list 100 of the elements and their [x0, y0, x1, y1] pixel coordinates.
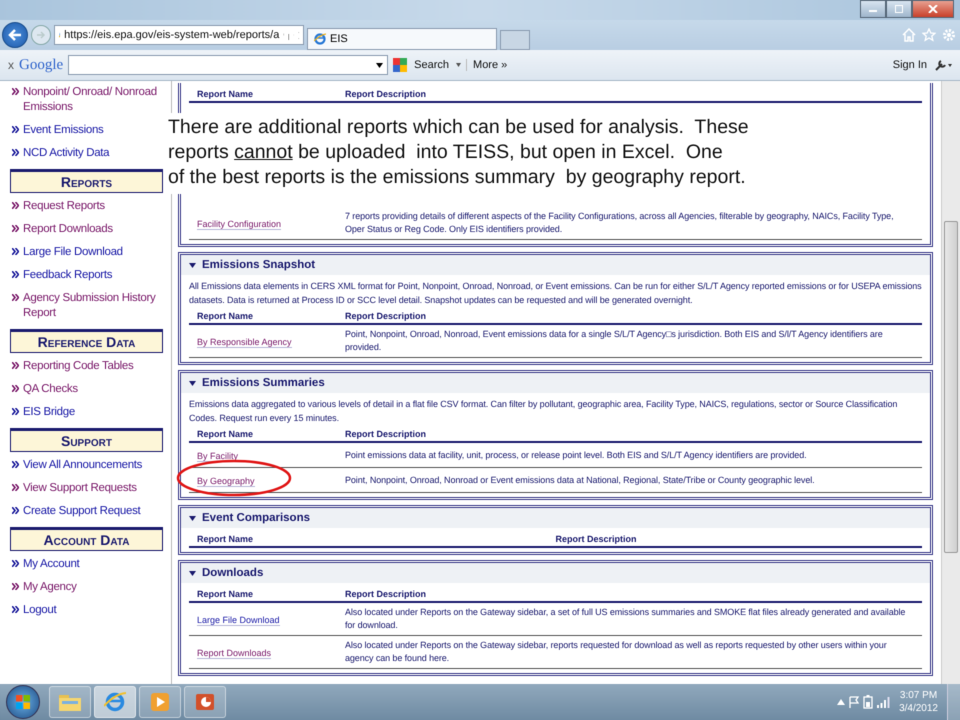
sidebar-link[interactable]: Agency Submission History Report — [23, 291, 165, 321]
maximize-icon — [894, 5, 904, 13]
presentation-icon — [195, 692, 215, 712]
collapse-triangle-icon[interactable] — [189, 570, 196, 576]
section-header[interactable]: Event Comparisons — [181, 508, 930, 528]
sidebar-link[interactable]: Large File Download — [23, 245, 123, 260]
column-header: Report Description — [345, 311, 428, 321]
table-cell-text: Also located under Reports on the Gateway sidebar, a set of full US emissions summaries and SMOKE flat files already generated and available for download. — [345, 606, 906, 632]
sidebar-link[interactable]: Logout — [23, 603, 56, 618]
forward-arrow-icon — [36, 30, 46, 40]
address-bar[interactable]: https://eis.epa.gov/eis-system-web/reports/a — [54, 25, 304, 45]
taskbar-app-button[interactable] — [49, 686, 91, 718]
report-link[interactable]: By Geography — [197, 476, 255, 487]
sidebar-link[interactable]: View Support Requests — [23, 481, 137, 496]
section-header[interactable]: Emissions Summaries — [181, 373, 930, 393]
sidebar-link[interactable]: My Agency — [23, 580, 77, 595]
report-link[interactable]: Large File Download — [197, 615, 280, 626]
section-title: Emissions Summaries — [202, 377, 325, 389]
back-button[interactable] — [2, 22, 28, 48]
sidebar-link[interactable]: Event Emissions — [23, 123, 104, 138]
toolbar-logo: Google — [19, 56, 64, 74]
section-title: Event Comparisons — [202, 512, 310, 524]
taskbar-app-button[interactable] — [184, 686, 226, 718]
sidebar-link[interactable]: View All Announcements — [23, 458, 142, 473]
double-chevron-icon — [12, 606, 19, 613]
browser-tab[interactable]: EIS — [307, 28, 497, 50]
double-chevron-icon — [12, 225, 19, 232]
show-hidden-icons-icon[interactable] — [837, 699, 846, 705]
sidebar-heading: Reference Data — [10, 329, 163, 353]
sidebar-link[interactable]: My Account — [23, 557, 80, 572]
dropdown-icon[interactable] — [376, 62, 384, 68]
settings-icon[interactable] — [942, 28, 956, 42]
taskbar-app-button[interactable] — [94, 686, 136, 718]
sidebar-link[interactable]: Request Reports — [23, 199, 105, 214]
battery-icon[interactable] — [863, 695, 874, 709]
sidebar-link[interactable]: Create Support Request — [23, 504, 140, 519]
double-chevron-icon — [12, 294, 19, 301]
sidebar-heading: Support — [10, 428, 163, 452]
section-title: Emissions Snapshot — [202, 259, 316, 271]
close-button[interactable] — [912, 0, 954, 18]
sidebar-link[interactable]: EIS Bridge — [23, 405, 75, 420]
double-chevron-icon — [12, 408, 19, 415]
url-text: https://eis.epa.gov/eis-system-web/reports/a — [64, 29, 280, 41]
double-chevron-icon — [12, 507, 19, 514]
table-cell-text: Point, Nonpoint, Onroad, Nonroad, Event emissions data for a single S/L/T Agency□s jurisdiction. Both EIS and S/l/T Agency identifiers are provided. — [345, 328, 884, 354]
report-link[interactable]: Report Downloads — [197, 648, 272, 659]
scrollbar[interactable] — [941, 81, 960, 684]
report-link[interactable]: By Facility — [197, 451, 238, 462]
double-chevron-icon — [12, 461, 19, 468]
double-chevron-icon — [12, 248, 19, 255]
close-toolbar-button[interactable]: x — [8, 58, 14, 72]
sidebar-link[interactable]: NCD Activity Data — [23, 146, 110, 161]
search-logo-icon — [393, 58, 408, 72]
section-title: Downloads — [202, 567, 264, 579]
table-cell-text: 7 reports providing details of different aspects of the Facility Configurations, across all Agencies, filterable by geography, NAICs, Facility Type, Oper Status or Reg Code. Only EIS identifiers provided. — [345, 210, 894, 236]
section-header[interactable]: Downloads — [181, 563, 930, 583]
back-arrow-icon — [8, 29, 22, 41]
forward-button[interactable] — [31, 25, 51, 45]
sidebar-link[interactable]: Report Downloads — [23, 222, 113, 237]
signal-icon[interactable] — [876, 696, 890, 708]
collapse-triangle-icon[interactable] — [189, 380, 196, 386]
sign-in-button[interactable]: Sign In — [890, 59, 929, 71]
column-header: Report Name — [197, 429, 254, 439]
double-chevron-icon — [12, 271, 19, 278]
column-header: Report Description — [556, 534, 638, 544]
taskbar-app-button[interactable] — [139, 686, 181, 718]
column-header: Report Name — [197, 589, 254, 599]
folder-icon — [58, 692, 82, 712]
minimize-button[interactable] — [860, 0, 886, 18]
section-header[interactable]: Emissions Snapshot — [181, 255, 930, 275]
double-chevron-icon — [12, 385, 19, 392]
search-field[interactable] — [68, 55, 388, 75]
star-icon[interactable] — [922, 28, 936, 42]
new-tab-button[interactable] — [500, 30, 530, 50]
section-description: Emissions data aggregated to various levels of detail in a flat file CSV format. Can filter by pollutant, geographic area, Facility Type, NAICS, regulations, sector or Source Classification Codes. Request run every 15 minutes. — [189, 398, 898, 425]
table-cell-text: Also located under Reports on the Gateway sidebar, reports requested for download as well as reports requested by other users within your agency can be found here. — [345, 639, 888, 665]
column-header: Report Description — [345, 589, 428, 599]
double-chevron-icon — [12, 126, 19, 133]
collapse-triangle-icon[interactable] — [189, 516, 196, 520]
sidebar-link[interactable]: Feedback Reports — [23, 268, 112, 283]
more-button[interactable]: More » — [466, 59, 510, 71]
sidebar-link[interactable]: Nonpoint/ Onroad/ Nonroad Emissions — [23, 85, 165, 115]
wrench-icon[interactable] — [934, 59, 952, 71]
report-link[interactable]: Facility Configuration — [197, 219, 282, 230]
report-link[interactable]: By Responsible Agency — [197, 337, 292, 348]
maximize-button[interactable] — [886, 0, 912, 18]
search-button[interactable]: Search — [412, 59, 452, 71]
sidebar-heading: Account Data — [10, 527, 163, 551]
double-chevron-icon — [12, 88, 19, 95]
sidebar-link[interactable]: Reporting Code Tables — [23, 359, 134, 374]
sidebar-link[interactable]: QA Checks — [23, 382, 78, 397]
dropdown-icon[interactable] — [456, 63, 462, 67]
column-header: Report Description — [345, 429, 428, 439]
start-button[interactable] — [6, 685, 40, 719]
double-chevron-icon — [12, 202, 19, 209]
column-header: Report Name — [197, 89, 254, 99]
show-desktop-button[interactable] — [947, 684, 960, 720]
column-header: Report Description — [345, 89, 428, 99]
flag-icon[interactable] — [848, 696, 860, 708]
collapse-triangle-icon[interactable] — [189, 262, 196, 268]
